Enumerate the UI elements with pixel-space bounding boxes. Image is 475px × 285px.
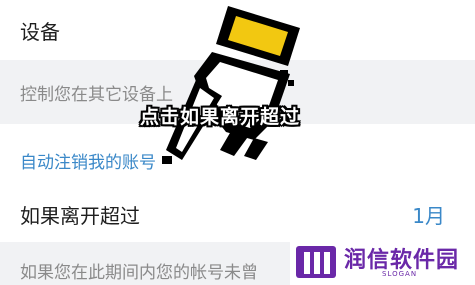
if-away-for-value[interactable]: 1月 <box>412 200 445 229</box>
watermark-slogan: SLOGAN <box>382 270 418 278</box>
section-title: 自动注销我的账号 <box>20 153 156 173</box>
if-away-for-row[interactable]: 如果离开超过 1月 <box>0 182 475 242</box>
overlay-caption: 点击如果离开超过 <box>140 106 301 128</box>
pixel-hand-cursor-icon <box>162 6 300 164</box>
if-away-for-label: 如果离开超过 <box>20 204 140 228</box>
footer-description-text: 如果您在此期间内您的帐号未曾 <box>20 263 258 283</box>
runxin-logo-icon <box>296 246 336 278</box>
watermark-logo: 润信软件园 SLOGAN <box>290 238 475 285</box>
device-row-title: 设备 <box>20 20 60 44</box>
